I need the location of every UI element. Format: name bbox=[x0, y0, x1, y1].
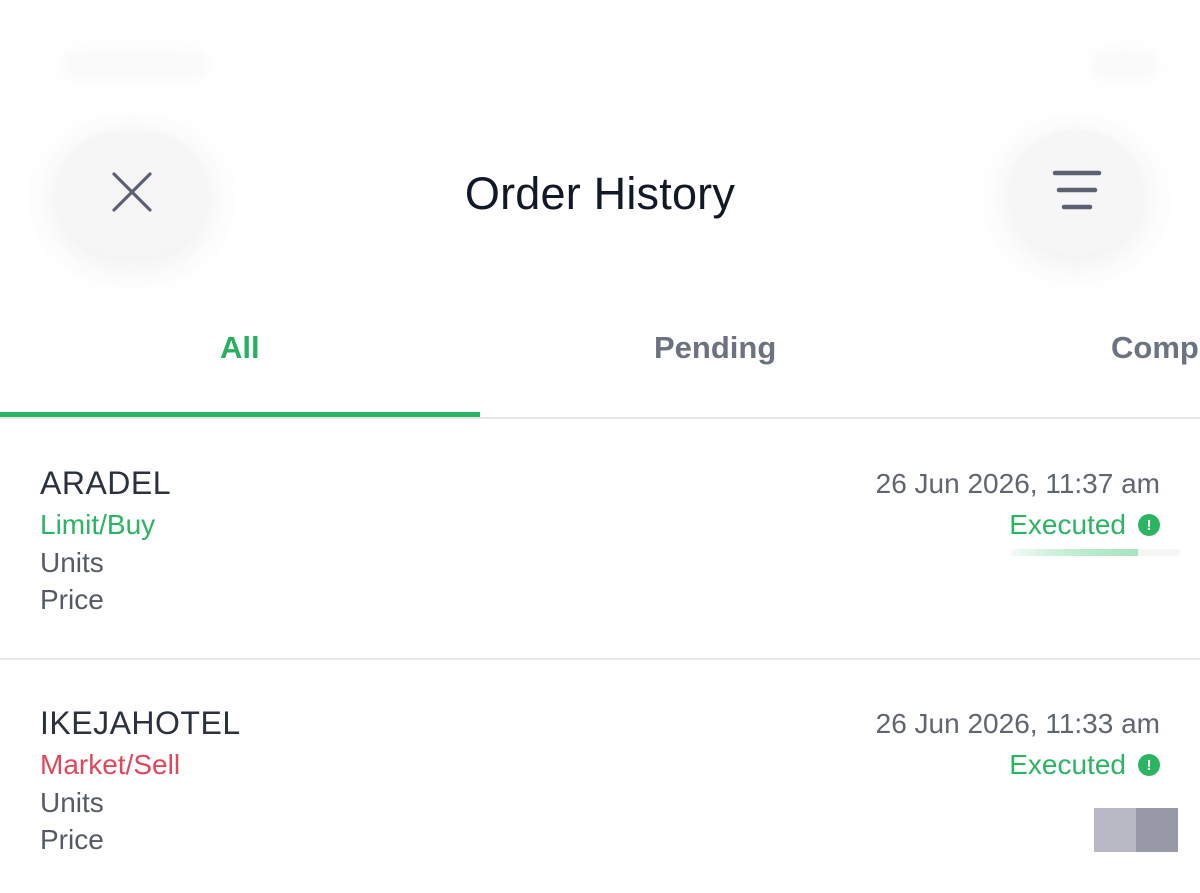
order-type: Market/Sell bbox=[40, 749, 181, 780]
obscured-block-right bbox=[1136, 808, 1178, 852]
status-bar-battery-blur bbox=[1090, 48, 1160, 82]
exclamation-circle-icon[interactable]: ! bbox=[1138, 514, 1160, 536]
order-symbol: ARADEL bbox=[40, 465, 172, 501]
price-label: Price bbox=[40, 584, 104, 615]
status-badge: Executed ! bbox=[1009, 509, 1160, 541]
order-history-screen: Order History All Pending Comp ARADEL Li… bbox=[0, 0, 1200, 893]
obscured-block-left bbox=[1094, 808, 1136, 852]
status-text: Executed bbox=[1009, 749, 1126, 780]
order-datetime: 26 Jun 2026, 11:33 am bbox=[875, 708, 1160, 739]
order-tabs: All Pending Comp bbox=[0, 320, 1200, 419]
tab-pending[interactable]: Pending bbox=[654, 330, 776, 366]
status-bar-time-blur bbox=[60, 48, 210, 82]
order-type: Limit/Buy bbox=[40, 509, 156, 540]
fill-progress-bar bbox=[1010, 549, 1180, 556]
exclamation-circle-icon[interactable]: ! bbox=[1138, 754, 1160, 776]
price-label: Price bbox=[40, 824, 104, 855]
filter-button[interactable] bbox=[1009, 131, 1144, 255]
order-symbol: IKEJAHOTEL bbox=[40, 705, 241, 741]
tab-all[interactable]: All bbox=[220, 330, 260, 366]
order-row[interactable]: ARADEL Limit/Buy Units Price 26 Jun 2026… bbox=[0, 420, 1200, 660]
tabs-divider bbox=[0, 417, 1200, 419]
filter-lines-icon bbox=[1052, 169, 1102, 218]
order-datetime: 26 Jun 2026, 11:37 am bbox=[875, 468, 1160, 499]
tab-completed[interactable]: Comp bbox=[1111, 330, 1199, 366]
obscured-overlay bbox=[1094, 808, 1178, 852]
order-row[interactable]: IKEJAHOTEL Market/Sell Units Price 26 Ju… bbox=[0, 660, 1200, 893]
units-label: Units bbox=[40, 547, 104, 578]
units-label: Units bbox=[40, 787, 104, 818]
status-text: Executed bbox=[1009, 509, 1126, 540]
fill-progress-value bbox=[1010, 549, 1138, 556]
status-badge: Executed ! bbox=[1009, 749, 1160, 781]
